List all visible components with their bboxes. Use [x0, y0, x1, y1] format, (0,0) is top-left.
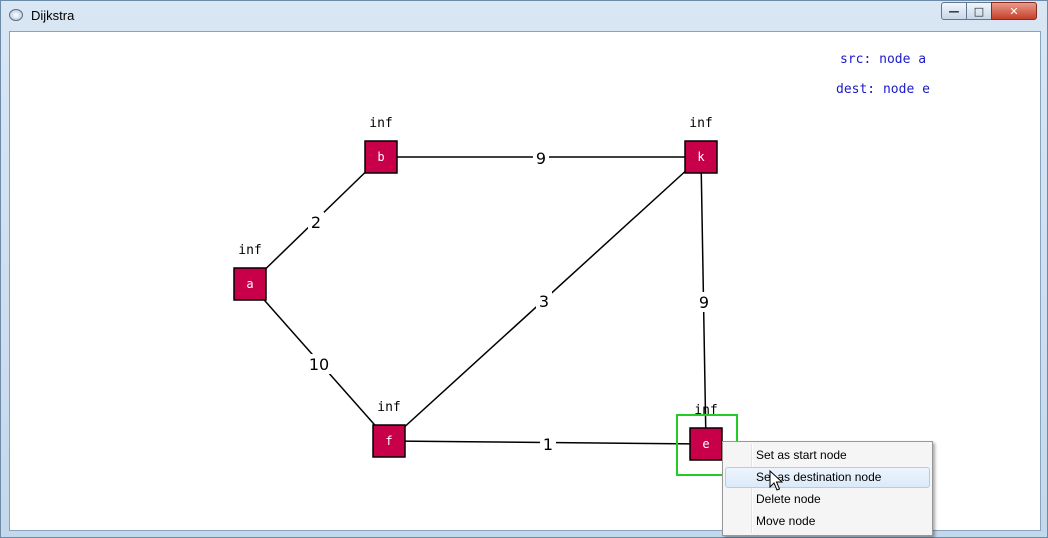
node-distance-label: inf	[689, 116, 712, 131]
menu-item-label: Set as start node	[756, 448, 847, 462]
node-distance-label: inf	[238, 243, 261, 258]
destination-node-label: dest: node e	[836, 82, 930, 97]
menu-item-move-node[interactable]: Move node	[725, 511, 930, 532]
edge-weight-label: 3	[539, 292, 549, 311]
node-label: k	[697, 150, 705, 164]
node-label: e	[702, 437, 709, 451]
node-label: b	[377, 150, 384, 164]
node-label: a	[246, 277, 253, 291]
edge-weight-label: 9	[536, 149, 546, 168]
node-distance-label: inf	[377, 400, 400, 415]
menu-item-delete-node[interactable]: Delete node	[725, 489, 930, 510]
edge-weight-label: 9	[699, 293, 709, 312]
mouse-cursor-icon	[769, 470, 783, 491]
edge-weight-label: 1	[543, 435, 553, 454]
edge-weight-label: 2	[311, 213, 321, 232]
menu-item-label: Move node	[756, 514, 816, 528]
menu-item-set-destination[interactable]: Set as destination node	[725, 467, 930, 488]
edge-weight-label: 10	[309, 355, 329, 374]
node-distance-label: inf	[369, 116, 392, 131]
node-distance-label: inf	[694, 403, 717, 418]
menu-item-set-start[interactable]: Set as start node	[725, 445, 930, 466]
menu-item-label: Delete node	[756, 492, 821, 506]
node-context-menu: Set as start node Set as destination nod…	[722, 441, 933, 536]
node-label: f	[385, 434, 392, 448]
source-node-label: src: node a	[840, 52, 927, 67]
